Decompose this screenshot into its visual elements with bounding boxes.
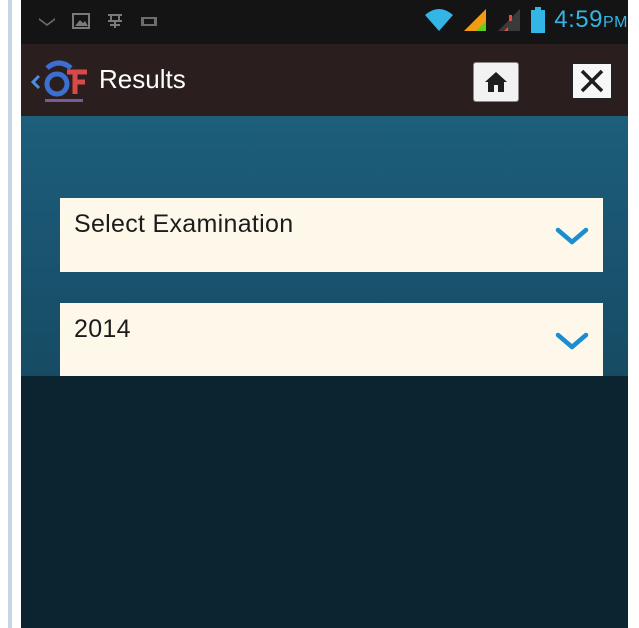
content-footer-area [21, 376, 628, 628]
notification-icon [39, 18, 55, 26]
message-icon [141, 17, 157, 26]
clock-time: 4:59 [554, 6, 603, 33]
clock-ampm: PM [603, 14, 628, 31]
status-left-icons [37, 12, 159, 30]
close-icon [580, 69, 604, 93]
page-title: Results [99, 64, 186, 94]
phone-screen: 4:59PM Results Select Examination 2014 [21, 0, 628, 628]
app-icon [108, 14, 122, 28]
battery-icon [531, 7, 546, 33]
year-select-value: 2014 [74, 315, 131, 343]
signal-icon [464, 9, 487, 31]
home-icon [485, 72, 507, 92]
gallery-icon [72, 13, 90, 29]
signal-icon-2 [498, 9, 521, 31]
page-edge [8, 0, 12, 628]
action-bar: Results [21, 44, 628, 116]
clock: 4:59PM [554, 6, 628, 34]
wifi-icon [425, 9, 454, 31]
examination-select[interactable]: Select Examination [60, 198, 603, 272]
app-logo-icon[interactable] [31, 54, 93, 106]
chevron-down-icon [555, 227, 589, 245]
status-right-icons: 4:59PM [424, 6, 628, 34]
home-button[interactable] [473, 62, 519, 102]
chevron-down-icon [555, 332, 589, 350]
year-select[interactable]: 2014 [60, 303, 603, 376]
close-button[interactable] [571, 62, 613, 100]
status-bar: 4:59PM [21, 0, 628, 44]
examination-select-value: Select Examination [74, 210, 294, 238]
